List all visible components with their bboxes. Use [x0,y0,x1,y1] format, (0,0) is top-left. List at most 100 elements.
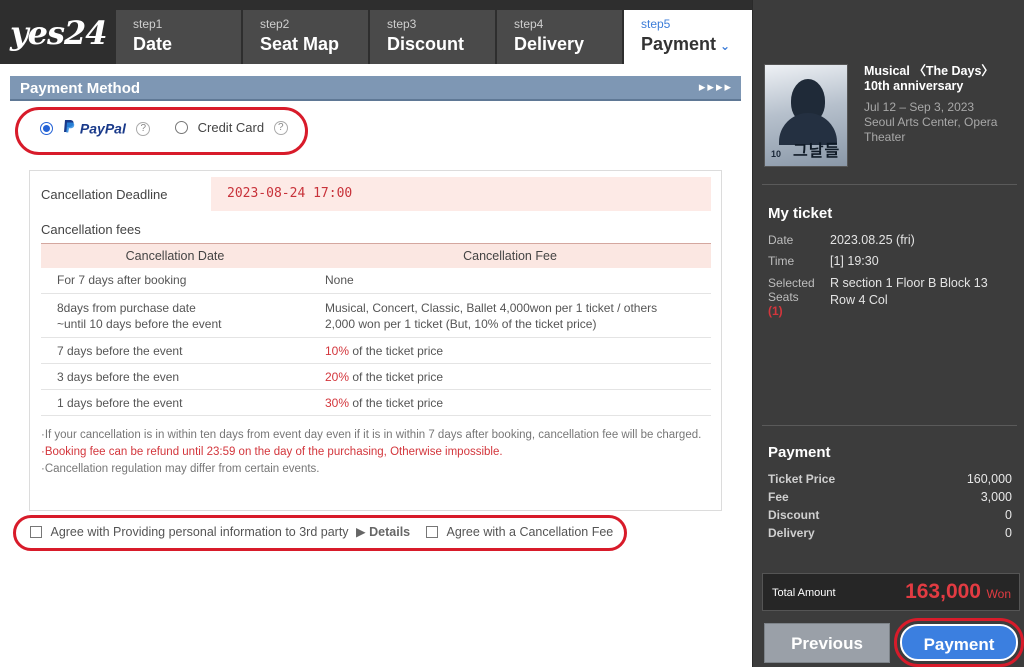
delivery-value: 0 [1005,526,1012,540]
ticket-date-value: 2023.08.25 (fri) [830,233,915,247]
payment-method-title: Payment Method [20,80,141,97]
poster-mark: 10 [771,149,782,159]
table-cell: 8days from purchase date ~until 10 days … [41,293,309,338]
order-summary-sidebar: 10 그날들 Musical 〈The Days〉 10th anniversa… [752,0,1024,667]
ticket-price-value: 160,000 [966,472,1012,486]
ticket-date-label: Date [768,233,794,247]
step-label: Discount [387,34,465,54]
payment-summary-title: Payment [768,444,831,461]
paypal-radio[interactable] [40,122,53,135]
note-line: ·Cancellation regulation may differ from… [41,463,320,475]
my-ticket-title: My ticket [768,205,833,222]
total-amount-currency: Won [986,587,1011,601]
table-header-row: Cancellation Date Cancellation Fee [41,243,711,268]
step-number: step2 [260,17,290,31]
table-cell: 30% of the ticket price [309,389,711,416]
cancellation-fees-table: Cancellation Date Cancellation Fee For 7… [41,243,711,416]
step-label: Payment ⌄ [641,33,752,57]
table-cell: For 7 days after booking [41,267,309,294]
agree-cancellation-fee-checkbox[interactable] [426,525,438,538]
agree-third-party-checkbox[interactable] [30,525,42,538]
fee-text: of the ticket price [349,395,444,410]
table-cell: 10% of the ticket price [309,337,711,364]
ticket-time-value: [1] 19:30 [830,254,879,268]
yes24-logo[interactable]: yes24 [10,14,107,52]
show-poster: 10 그날들 [764,64,848,167]
table-row: 1 days before the event 30% of the ticke… [41,389,711,416]
seats-label-line: Seats [768,290,799,304]
step-seat-map-tab[interactable]: step2 Seat Map [243,10,368,64]
poster-title: 그날들 [793,143,841,160]
discount-label: Discount [768,508,820,522]
credit-card-option[interactable]: Credit Card ? [175,119,288,135]
agree-third-party[interactable]: Agree with Providing personal informatio… [30,524,410,539]
fee-value: 3,000 [980,490,1012,504]
paypal-logo-icon [63,119,75,138]
table-cell: 20% of the ticket price [309,363,711,390]
cell-line: ~until 10 days before the event [57,316,222,331]
agree-cancellation-fee[interactable]: Agree with a Cancellation Fee [426,524,613,539]
total-amount-label: Total Amount [772,587,836,599]
help-icon[interactable]: ? [273,120,288,135]
step-label: Date [133,34,173,54]
paypal-label: PayPal [79,120,126,137]
table-cell: None [309,267,711,294]
cancellation-policy-box: Cancellation Deadline 2023-08-24 17:00 C… [29,170,722,511]
step-number: step5 [641,17,671,31]
table-cell: 3 days before the even [41,363,309,390]
help-icon[interactable]: ? [136,121,151,136]
table-cell: 7 days before the event [41,337,309,364]
table-cell: 1 days before the event [41,389,309,416]
cancellation-deadline-label: Cancellation Deadline [41,187,168,202]
note-line: ·If your cancellation is in within ten d… [41,429,702,441]
column-header: Cancellation Fee [309,243,711,268]
step-navigation: yes24 step1 Date step2 Seat Map step3 Di… [0,0,752,64]
credit-card-radio[interactable] [175,121,188,135]
payment-button[interactable]: Payment [900,624,1018,661]
seats-label-line: Selected [768,276,815,290]
fee-percent: 20% [325,369,350,384]
show-dates: Jul 12 – Sep 3, 2023 [864,100,975,114]
payment-method-header: Payment Method ▸▸▸▸ [10,76,741,101]
fee-text: of the ticket price [349,343,444,358]
divider [762,184,1017,185]
fee-label: Fee [768,490,789,504]
total-amount-box: Total Amount 163,000 Won [762,573,1020,611]
credit-card-label: Credit Card [197,120,265,136]
step-label: Delivery [514,34,585,54]
divider [762,425,1017,426]
step-discount-tab[interactable]: step3 Discount [370,10,495,64]
fee-percent: 30% [325,395,350,410]
arrows-icon: ▸▸▸▸ [698,79,733,94]
paypal-option[interactable]: PayPal ? [40,119,151,138]
ticket-seats-value: R section 1 Floor B Block 13 Row 4 Col [830,276,988,307]
table-row: 3 days before the even 20% of the ticket… [41,363,711,390]
step-payment-tab[interactable]: step5 Payment ⌄ [624,10,752,64]
ticket-time-label: Time [768,254,795,268]
step-delivery-tab[interactable]: step4 Delivery [497,10,622,64]
table-row: For 7 days after booking None [41,267,711,294]
cell-line: 8days from purchase date [57,300,196,315]
previous-button[interactable]: Previous [764,623,890,663]
cancellation-deadline-value: 2023-08-24 17:00 [211,177,711,211]
cell-line: 2,000 won per 1 ticket (But, 10% of the … [325,316,597,331]
step-number: step4 [514,17,544,31]
agree-third-party-label: Agree with Providing personal informatio… [50,524,349,539]
show-title: Musical 〈The Days〉 10th anniversary [864,64,994,93]
seats-count: (1) [768,304,783,318]
step-number: step3 [387,17,417,31]
table-row: 8days from purchase date ~until 10 days … [41,293,711,338]
step-label: Seat Map [260,34,340,54]
discount-value: 0 [1005,508,1012,522]
step-label-text: Payment [641,34,717,54]
table-row: 7 days before the event 10% of the ticke… [41,337,711,364]
table-cell: Musical, Concert, Classic, Ballet 4,000w… [309,293,711,338]
step-number: step1 [133,17,163,31]
delivery-label: Delivery [768,526,815,540]
column-header: Cancellation Date [41,243,309,268]
step-date-tab[interactable]: step1 Date [116,10,241,64]
details-link[interactable]: ▶ Details [356,525,410,539]
cancellation-notes: ·If your cancellation is in within ten d… [41,427,713,478]
show-venue: Seoul Arts Center, Opera Theater [864,115,998,144]
cell-line: Musical, Concert, Classic, Ballet 4,000w… [325,300,658,315]
